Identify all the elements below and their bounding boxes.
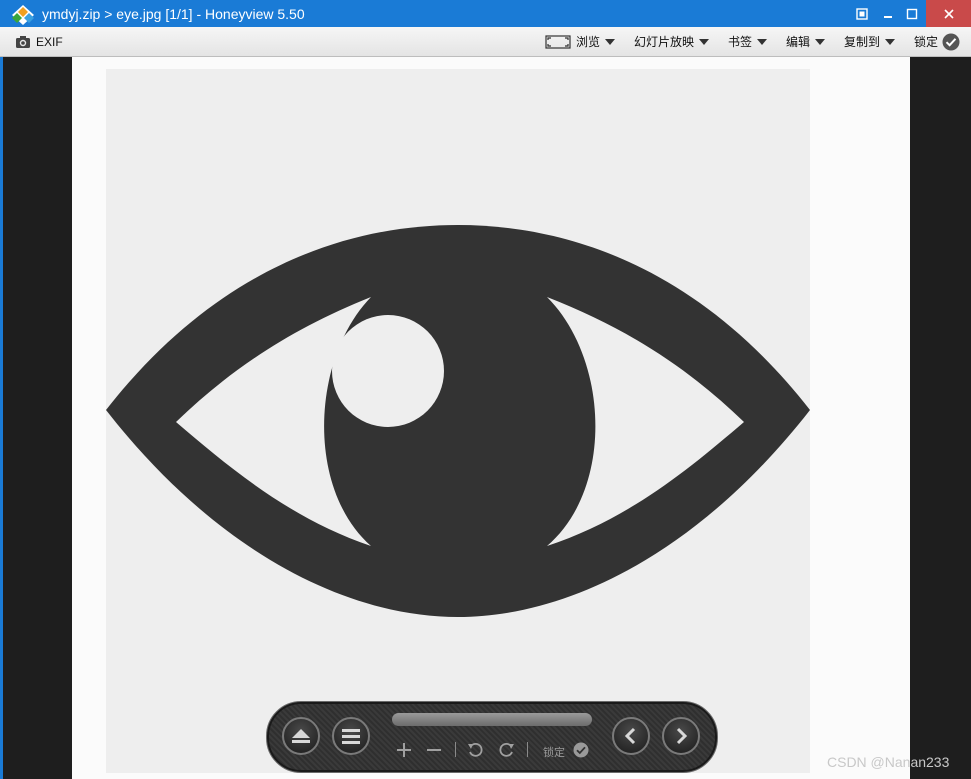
- separator: [455, 742, 456, 757]
- watermark-text: CSDN @Nanan233: [827, 754, 950, 770]
- window-border: [0, 57, 3, 779]
- zoom-out-button[interactable]: [425, 740, 443, 760]
- menu-button[interactable]: [332, 717, 370, 755]
- eject-button[interactable]: [282, 717, 320, 755]
- copy-to-menu[interactable]: 复制到: [844, 27, 896, 56]
- slideshow-label: 幻灯片放映: [634, 35, 695, 49]
- lock-toggle-button[interactable]: [572, 740, 590, 760]
- close-icon: [943, 8, 954, 19]
- separator: [527, 742, 528, 757]
- lock-label: 锁定: [914, 35, 939, 49]
- edit-label: 编辑: [786, 35, 811, 49]
- chevron-left-icon: [624, 727, 636, 745]
- fullscreen-button[interactable]: [848, 0, 876, 27]
- rotate-right-button[interactable]: [498, 740, 516, 760]
- minimize-icon: [884, 15, 892, 18]
- maximize-icon: [906, 8, 918, 19]
- exif-label: EXIF: [36, 34, 63, 49]
- menu-icon: [342, 729, 360, 744]
- position-slider[interactable]: [392, 713, 592, 726]
- rotate-right-icon: [499, 742, 514, 757]
- chevron-right-icon: [676, 727, 688, 745]
- chevron-down-icon: [815, 38, 826, 45]
- lock-toggle[interactable]: 锁定: [914, 27, 960, 56]
- toolbar: EXIF 浏览 幻灯片放映 书签 编辑 复制到 锁定: [0, 27, 971, 57]
- maximize-button[interactable]: [898, 0, 926, 27]
- app-logo-icon: [12, 5, 34, 25]
- next-button[interactable]: [662, 717, 700, 755]
- close-button[interactable]: [926, 0, 971, 27]
- zoom-in-button[interactable]: [395, 740, 413, 760]
- browse-label: 浏览: [576, 35, 601, 49]
- chevron-down-icon: [605, 38, 616, 45]
- eject-icon: [292, 729, 310, 743]
- plus-icon: [397, 743, 411, 757]
- frame-icon: [545, 34, 571, 49]
- chevron-down-icon: [885, 38, 896, 45]
- window-title: ymdyj.zip > eye.jpg [1/1] - Honeyview 5.…: [42, 6, 305, 22]
- chevron-down-icon: [699, 38, 710, 45]
- eye-image: [106, 69, 810, 773]
- minus-icon: [427, 749, 441, 751]
- exif-button[interactable]: EXIF: [15, 27, 63, 56]
- rotate-left-button[interactable]: [466, 740, 484, 760]
- control-bar: 锁定: [266, 701, 718, 773]
- title-bar: ymdyj.zip > eye.jpg [1/1] - Honeyview 5.…: [0, 0, 971, 27]
- honeyview-window: ymdyj.zip > eye.jpg [1/1] - Honeyview 5.…: [0, 0, 971, 779]
- rotate-left-icon: [468, 742, 483, 757]
- previous-button[interactable]: [612, 717, 650, 755]
- bookmark-label: 书签: [728, 35, 753, 49]
- camera-icon: [16, 35, 30, 48]
- chevron-down-icon: [757, 38, 768, 45]
- browse-menu[interactable]: 浏览: [545, 27, 616, 56]
- copy-to-label: 复制到: [844, 35, 881, 49]
- eye-graphic: [106, 225, 810, 617]
- check-circle-icon: [942, 33, 960, 50]
- lock-label: 锁定: [543, 747, 565, 759]
- slideshow-menu[interactable]: 幻灯片放映: [634, 27, 710, 56]
- fullscreen-icon: [856, 7, 868, 20]
- bookmark-menu[interactable]: 书签: [728, 27, 768, 56]
- check-circle-icon: [573, 742, 589, 758]
- edit-menu[interactable]: 编辑: [786, 27, 826, 56]
